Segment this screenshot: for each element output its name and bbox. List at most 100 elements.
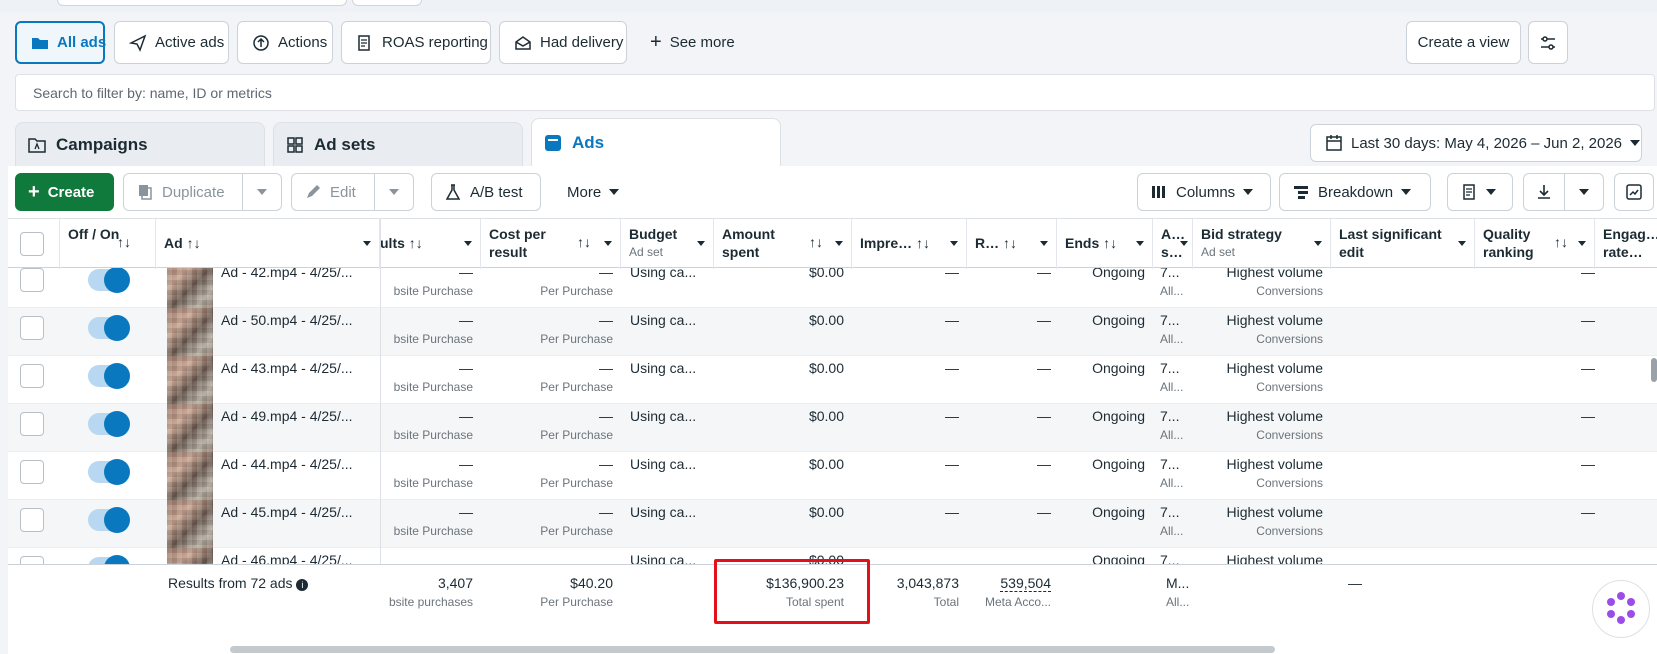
tab-campaigns[interactable]: Campaigns [15, 122, 265, 166]
table-row[interactable]: Ad - 45.mp4 - 4/25/... — bsite Purchase — Pe… [8, 500, 1657, 548]
attr-value: 7... [1160, 456, 1180, 472]
header-attribution[interactable]: A… s… [1153, 219, 1193, 269]
ad-on-off-toggle[interactable] [88, 459, 130, 485]
ad-on-off-toggle[interactable] [88, 315, 130, 341]
ad-on-off-toggle[interactable] [88, 268, 130, 293]
header-amount-spent[interactable]: Amount spent ↑↓ [714, 219, 852, 269]
header-reach[interactable]: R… ↑↓ [967, 219, 1057, 269]
more-button[interactable]: More [555, 173, 635, 211]
table-row[interactable]: Ad - 50.mp4 - 4/25/... — bsite Purchase — Pe… [8, 308, 1657, 356]
header-results[interactable]: ults ↑↓ [380, 219, 481, 269]
row-checkbox[interactable] [20, 460, 44, 484]
cost-sub: Per Purchase [540, 476, 613, 490]
create-button[interactable]: + Create [15, 173, 114, 211]
table-row[interactable]: Ad - 43.mp4 - 4/25/... — bsite Purchase — Pe… [8, 356, 1657, 404]
header-quality-ranking[interactable]: Quality ranking ↑↓ [1475, 219, 1595, 269]
header-impressions-label: Impre… [860, 235, 913, 251]
reach-cell: — [1037, 456, 1051, 472]
duplicate-button[interactable]: Duplicate [123, 173, 243, 211]
row-checkbox[interactable] [20, 268, 44, 292]
ad-thumbnail [167, 500, 213, 548]
row-checkbox[interactable] [20, 316, 44, 340]
reach-cell: — [1037, 360, 1051, 376]
table-row[interactable]: Ad - 44.mp4 - 4/25/... — bsite Purchase — Pe… [8, 452, 1657, 500]
plus-icon: + [28, 180, 40, 203]
bid-strategy-cell: Highest volume Conversions [1193, 360, 1324, 394]
table-row[interactable]: Ad - 42.mp4 - 4/25/... — bsite Purchase — Pe… [8, 268, 1657, 308]
header-impressions[interactable]: Impre… ↑↓ [852, 219, 967, 269]
ad-name[interactable]: Ad - 45.mp4 - 4/25/... [221, 504, 381, 520]
header-select-all[interactable] [8, 219, 60, 269]
header-ad[interactable]: Ad ↑↓ [156, 219, 380, 269]
see-more-button[interactable]: + See more [636, 21, 746, 64]
header-quality-label: Quality ranking [1483, 226, 1534, 260]
header-last-edit[interactable]: Last significant edit [1331, 219, 1475, 269]
view-tab-roas-reporting[interactable]: ROAS reporting [341, 21, 491, 64]
attr-sub: All... [1160, 380, 1184, 394]
view-tab-active-ads[interactable]: Active ads [114, 21, 229, 64]
date-range-picker[interactable]: Last 30 days: May 4, 2026 – Jun 2, 2026 [1310, 124, 1642, 162]
amount-spent-cell: $0.00 [808, 408, 844, 424]
ad-name[interactable]: Ad - 50.mp4 - 4/25/... [221, 312, 381, 328]
vertical-scrollbar[interactable] [1651, 358, 1657, 382]
attr-value: 7... [1160, 504, 1180, 520]
reports-button[interactable] [1447, 173, 1513, 211]
ad-name[interactable]: Ad - 42.mp4 - 4/25/... [221, 268, 381, 280]
ad-name[interactable]: Ad - 46.mp4 - 4/25/... [221, 552, 381, 564]
header-budget[interactable]: Budget Ad set [621, 219, 714, 269]
ad-on-off-toggle[interactable] [88, 411, 130, 437]
summary-attr-value: M... [1166, 575, 1190, 591]
breakdown-button[interactable]: Breakdown [1279, 173, 1431, 211]
create-view-button[interactable]: Create a view [1406, 21, 1521, 64]
impressions-cell: — [945, 504, 959, 520]
row-checkbox[interactable] [20, 508, 44, 532]
select-all-checkbox[interactable] [20, 232, 44, 256]
summary-label-text: Results from 72 ads [168, 575, 293, 591]
header-bid-strategy[interactable]: Bid strategy Ad set [1193, 219, 1331, 269]
breakdown-icon [1292, 183, 1310, 201]
search-input[interactable]: Search to filter by: name, ID or metrics [15, 74, 1655, 111]
info-icon[interactable]: i [296, 579, 309, 591]
ad-on-off-toggle[interactable] [88, 555, 130, 564]
row-checkbox[interactable] [20, 556, 44, 564]
table-row[interactable]: Ad - 49.mp4 - 4/25/... — bsite Purchase — Pe… [8, 404, 1657, 452]
ad-on-off-toggle[interactable] [88, 507, 130, 533]
duplicate-dropdown[interactable] [242, 173, 282, 211]
settings-sliders-button[interactable] [1528, 21, 1568, 64]
chevron-down-icon [1579, 189, 1589, 195]
export-dropdown[interactable] [1564, 173, 1604, 211]
view-tab-had-delivery[interactable]: Had delivery [499, 21, 627, 64]
row-checkbox[interactable] [20, 412, 44, 436]
ad-on-off-toggle[interactable] [88, 363, 130, 389]
bid-value: Highest volume [1226, 360, 1324, 376]
edit-dropdown[interactable] [374, 173, 414, 211]
tab-ad-sets[interactable]: Ad sets [273, 122, 523, 166]
header-bid-label: Bid strategy [1201, 226, 1282, 242]
header-ends[interactable]: Ends ↑↓ [1057, 219, 1153, 269]
horizontal-scrollbar[interactable] [230, 646, 1275, 653]
ad-name[interactable]: Ad - 43.mp4 - 4/25/... [221, 360, 381, 376]
ab-test-button[interactable]: A/B test [431, 173, 541, 211]
columns-button[interactable]: Columns [1137, 173, 1271, 211]
tab-ads[interactable]: Ads [531, 118, 781, 166]
header-off-on[interactable]: Off / On ↑↓ [60, 219, 156, 269]
chart-toggle-button[interactable] [1614, 173, 1654, 211]
results-value: — [459, 312, 473, 328]
export-button[interactable] [1523, 173, 1565, 211]
bid-sub: Conversions [1256, 284, 1323, 298]
view-tab-all-ads[interactable]: All ads [15, 21, 106, 64]
summary-last-edit-value: — [1348, 575, 1362, 591]
header-engagement[interactable]: Engag… rate… [1595, 219, 1657, 269]
download-icon [1535, 183, 1553, 201]
assistant-button[interactable] [1592, 580, 1650, 638]
view-tab-actions[interactable]: Actions [237, 21, 333, 64]
header-bid-sub: Ad set [1201, 245, 1236, 259]
view-tab-label: Active ads [155, 34, 225, 51]
envelope-open-icon [514, 34, 532, 52]
edit-button[interactable]: Edit [291, 173, 375, 211]
ad-name[interactable]: Ad - 44.mp4 - 4/25/... [221, 456, 381, 472]
attr-sub: All... [1160, 284, 1184, 298]
row-checkbox[interactable] [20, 364, 44, 388]
header-cost-per-result[interactable]: Cost per result ↑↓ [481, 219, 621, 269]
ad-name[interactable]: Ad - 49.mp4 - 4/25/... [221, 408, 381, 424]
